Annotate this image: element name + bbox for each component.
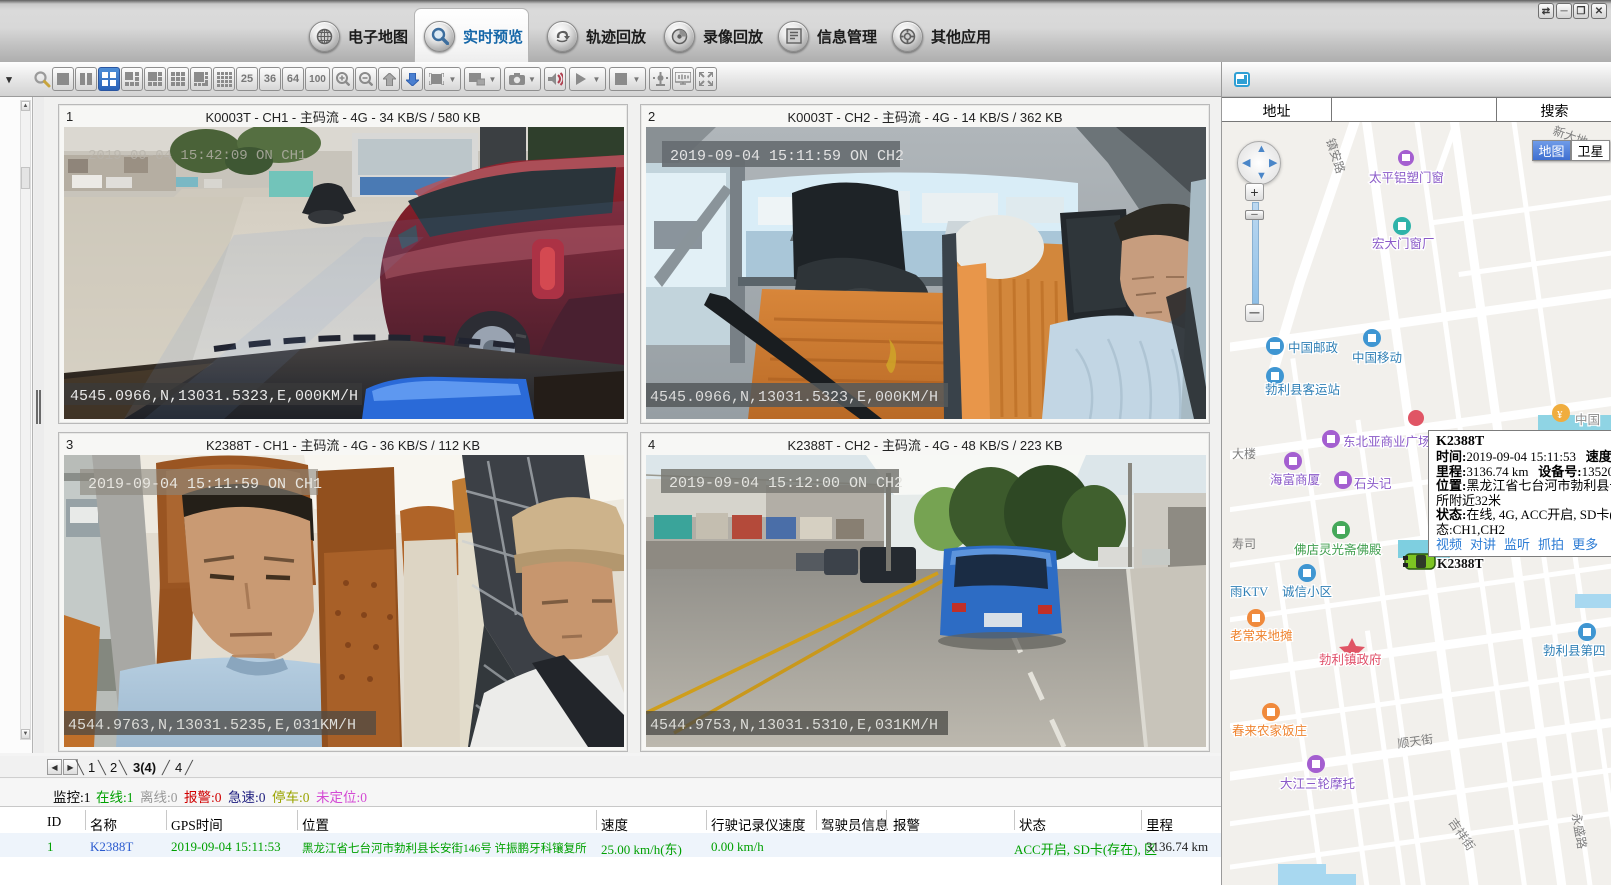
svg-text:勃利县第四: 勃利县第四 <box>1543 644 1606 658</box>
svg-text:诚信小区: 诚信小区 <box>1282 585 1332 599</box>
svg-text:2019-09-04 15:12:00 ON CH2: 2019-09-04 15:12:00 ON CH2 <box>669 475 903 492</box>
svg-text:中国: 中国 <box>1575 412 1600 427</box>
svg-text:2019-09-04 15:11:59 ON CH1: 2019-09-04 15:11:59 ON CH1 <box>88 476 322 493</box>
svg-text:石头记: 石头记 <box>1354 477 1392 491</box>
svg-text:K2388T: K2388T <box>1437 556 1484 571</box>
svg-text:老常来地摊: 老常来地摊 <box>1230 629 1293 643</box>
svg-text:寿司: 寿司 <box>1232 537 1256 551</box>
svg-text:中国邮政: 中国邮政 <box>1288 340 1339 355</box>
svg-text:大楼: 大楼 <box>1232 446 1256 461</box>
svg-text:大江三轮摩托: 大江三轮摩托 <box>1280 776 1355 791</box>
svg-text:2019-09-04 15:42:09 ON CH1: 2019-09-04 15:42:09 ON CH1 <box>88 148 306 164</box>
svg-text:佛店灵光斋佛殿: 佛店灵光斋佛殿 <box>1294 542 1382 557</box>
svg-text:雨KTV: 雨KTV <box>1230 585 1268 599</box>
svg-text:¥: ¥ <box>1557 409 1563 421</box>
svg-text:勃利镇政府: 勃利镇政府 <box>1319 652 1382 667</box>
svg-text:东北亚商业广场: 东北亚商业广场 <box>1343 434 1431 449</box>
svg-text:海富商厦: 海富商厦 <box>1270 472 1320 487</box>
svg-text:4544.9753,N,13031.5310,E,031KM: 4544.9753,N,13031.5310,E,031KM/H <box>650 717 938 734</box>
svg-text:4545.0966,N,13031.5323,E,000KM: 4545.0966,N,13031.5323,E,000KM/H <box>650 389 938 406</box>
svg-text:春来农家饭庄: 春来农家饭庄 <box>1232 723 1307 738</box>
svg-text:太平铝塑门窗: 太平铝塑门窗 <box>1369 170 1444 185</box>
svg-text:中国移动: 中国移动 <box>1352 350 1402 365</box>
svg-text:4544.9763,N,13031.5235,E,031KM: 4544.9763,N,13031.5235,E,031KM/H <box>68 717 356 734</box>
svg-text:4545.0966,N,13031.5323,E,000KM: 4545.0966,N,13031.5323,E,000KM/H <box>70 388 358 405</box>
svg-text:勃利县客运站: 勃利县客运站 <box>1265 382 1340 397</box>
svg-text:宏大门窗厂: 宏大门窗厂 <box>1372 236 1435 251</box>
svg-text:2019-09-04 15:11:59 ON CH2: 2019-09-04 15:11:59 ON CH2 <box>670 148 904 165</box>
